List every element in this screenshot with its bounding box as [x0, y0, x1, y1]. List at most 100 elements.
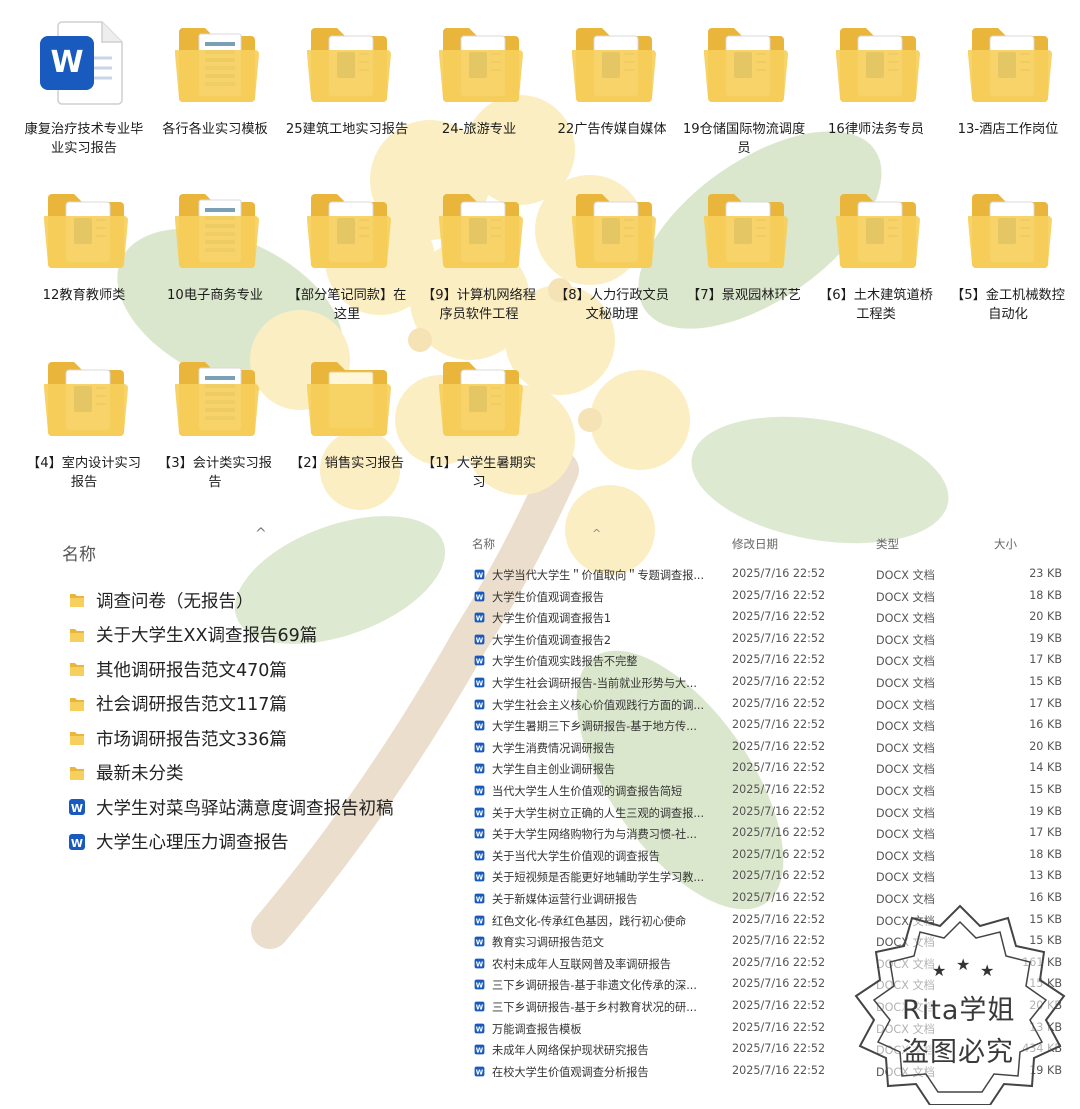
modified-date-cell: 2025/7/16 22:52 — [732, 869, 826, 883]
modified-date-cell: 2025/7/16 22:52 — [732, 826, 826, 840]
folder-icon — [564, 14, 660, 110]
table-row[interactable]: W 大学生社会调研报告-当前就业形势与大... 2025/7/16 22:52 DOC… — [470, 672, 1080, 694]
svg-text:W: W — [476, 982, 484, 990]
file-size-cell: 18 KB — [1029, 847, 1062, 861]
folder-icon-tile[interactable]: 【5】金工机械数控自动化 — [942, 180, 1074, 324]
table-row[interactable]: W 大学生社会主义核心价值观践行方面的调... 2025/7/16 22:52 DOC… — [470, 694, 1080, 716]
list-item[interactable]: 社会调研报告范文117篇 — [68, 690, 448, 718]
table-row[interactable]: W 大学生自主创业调研报告 2025/7/16 22:52 DOCX 文档 14 KB — [470, 758, 1080, 780]
modified-date-cell: 2025/7/16 22:52 — [732, 588, 826, 602]
sort-ascending-icon[interactable]: ^ — [592, 527, 601, 540]
folder-icon — [960, 180, 1056, 276]
file-size-cell: 13 KB — [1029, 869, 1062, 883]
folder-icon-tile[interactable]: 【1】大学生暑期实习 — [413, 348, 545, 492]
folder-icon-tile[interactable]: 16律师法务专员 — [810, 14, 942, 139]
table-row[interactable]: W 大学生价值观调查报告2 2025/7/16 22:52 DOCX 文档 19 KB — [470, 629, 1080, 651]
table-row[interactable]: W 关于大学生树立正确的人生三观的调查报... 2025/7/16 22:52 DOC… — [470, 802, 1080, 824]
file-icon-tile[interactable]: W 康复治疗技术专业毕业实习报告 — [18, 14, 150, 158]
list-item[interactable]: 关于大学生XX调查报告69篇 — [68, 621, 448, 649]
word-document-icon: W — [474, 634, 485, 645]
word-document-icon: W — [474, 1001, 485, 1012]
list-item[interactable]: 市场调研报告范文336篇 — [68, 724, 448, 752]
icon-label: 24-旅游专业 — [441, 122, 517, 137]
table-row[interactable]: W 大学生价值观调查报告1 2025/7/16 22:52 DOCX 文档 20 KB — [470, 607, 1080, 629]
file-size-cell: 18 KB — [1029, 588, 1062, 602]
word-document-icon: W — [474, 677, 485, 688]
folder-icon-tile[interactable]: 【6】土木建筑道桥工程类 — [810, 180, 942, 324]
list-item[interactable]: 其他调研报告范文470篇 — [68, 655, 448, 683]
file-size-cell: 19 KB — [1029, 631, 1062, 645]
icon-label: 12教育教师类 — [42, 288, 126, 303]
list-item[interactable]: 最新未分类 — [68, 759, 448, 787]
svg-text:W: W — [476, 1047, 484, 1055]
word-document-icon: W — [474, 1023, 485, 1034]
svg-text:W: W — [476, 615, 484, 623]
list-item[interactable]: W 大学生心理压力调查报告 — [68, 828, 448, 856]
table-row[interactable]: W 大学当代大学生＂价值取向＂专题调查报... 2025/7/16 22:52 DOC… — [470, 564, 1080, 586]
folder-icon-tile[interactable]: 10电子商务专业 — [149, 180, 281, 305]
list-item-name: 大学生对菜鸟驿站满意度调查报告初稿 — [96, 798, 394, 819]
table-row[interactable]: W 大学生消费情况调研报告 2025/7/16 22:52 DOCX 文档 20 KB — [470, 737, 1080, 759]
watermark-text-line1: Rita学姐 — [902, 995, 1016, 1026]
file-name-cell: 大学生价值观调查报告2 — [492, 633, 611, 647]
folder-icon — [431, 180, 527, 276]
svg-text:W: W — [476, 874, 484, 882]
table-row[interactable]: W 大学生暑期三下乡调研报告-基于地方传... 2025/7/16 22:52 DOC… — [470, 715, 1080, 737]
modified-date-cell: 2025/7/16 22:52 — [732, 761, 826, 775]
modified-date-cell: 2025/7/16 22:52 — [732, 955, 826, 969]
sort-ascending-icon[interactable]: ^ — [255, 526, 267, 542]
file-type-cell: DOCX 文档 — [876, 720, 935, 734]
name-column-header[interactable]: 名称 — [62, 540, 96, 565]
table-row[interactable]: W 关于当代大学生价值观的调查报告 2025/7/16 22:52 DOCX 文档 18… — [470, 845, 1080, 867]
svg-text:W: W — [476, 744, 484, 752]
folder-icon — [299, 14, 395, 110]
folder-icon-tile[interactable]: 12教育教师类 — [18, 180, 150, 305]
folder-icon-tile[interactable]: 【7】景观园林环艺 — [678, 180, 810, 305]
list-item-name: 最新未分类 — [96, 764, 184, 784]
folder-icon-tile[interactable]: 13-酒店工作岗位 — [942, 14, 1074, 139]
list-item-name: 大学生心理压力调查报告 — [96, 833, 289, 853]
folder-icon-tile[interactable]: 【8】人力行政文员文秘助理 — [546, 180, 678, 324]
word-document-icon: W — [474, 979, 485, 990]
folder-icon — [696, 180, 792, 276]
folder-icon — [960, 14, 1056, 110]
column-header-name[interactable]: 名称 — [472, 536, 495, 552]
folder-icon-tile[interactable]: 【9】计算机网络程序员软件工程 — [413, 180, 545, 324]
file-size-cell: 19 KB — [1029, 804, 1062, 818]
folder-icon — [68, 695, 86, 713]
table-row[interactable]: W 大学生价值观调查报告 2025/7/16 22:52 DOCX 文档 18 KB — [470, 586, 1080, 608]
folder-icon-tile[interactable]: 25建筑工地实习报告 — [281, 14, 413, 139]
list-item[interactable]: 调查问卷（无报告） — [68, 586, 448, 614]
modified-date-cell: 2025/7/16 22:52 — [732, 804, 826, 818]
list-item-name: 关于大学生XX调查报告69篇 — [96, 626, 318, 646]
word-document-icon: W — [474, 1044, 485, 1055]
folder-icon-tile[interactable]: 【3】会计类实习报告 — [149, 348, 281, 492]
folder-icon-tile[interactable]: 各行各业实习模板 — [149, 14, 281, 139]
folder-icon — [167, 14, 263, 110]
folder-icon-tile[interactable]: 24-旅游专业 — [413, 14, 545, 139]
folder-icon-tile[interactable]: 【4】室内设计实习报告 — [18, 348, 150, 492]
icon-label: 【1】大学生暑期实习 — [422, 456, 536, 490]
folder-icon-tile[interactable]: 19仓储国际物流调度员 — [678, 14, 810, 158]
folder-icon-tile[interactable]: 22广告传媒自媒体 — [546, 14, 678, 139]
table-row[interactable]: W 当代大学生人生价值观的调查报告简短 2025/7/16 22:52 DOCX 文档… — [470, 780, 1080, 802]
word-document-icon: W — [474, 893, 485, 904]
column-header-size[interactable]: 大小 — [994, 536, 1017, 552]
folder-icon-tile[interactable]: 【2】销售实习报告 — [281, 348, 413, 473]
file-name-cell: 未成年人网络保护现状研究报告 — [492, 1044, 649, 1058]
column-header-type[interactable]: 类型 — [876, 536, 899, 552]
modified-date-cell: 2025/7/16 22:52 — [732, 675, 826, 688]
folder-icon-tile[interactable]: 【部分笔记同款】在这里 — [281, 180, 413, 324]
list-item[interactable]: W 大学生对菜鸟驿站满意度调查报告初稿 — [68, 793, 448, 821]
table-row[interactable]: W 大学生价值观实践报告不完整 2025/7/16 22:52 DOCX 文档 17 K… — [470, 650, 1080, 672]
table-row[interactable]: W 关于短视频是否能更好地辅助学生学习教... 2025/7/16 22:52 DOC… — [470, 866, 1080, 888]
table-row[interactable]: W 关于大学生网络购物行为与消费习惯-社... 2025/7/16 22:52 DOC… — [470, 823, 1080, 845]
column-header-date[interactable]: 修改日期 — [732, 536, 778, 552]
folder-icon — [167, 180, 263, 276]
watermark-text-line2: 盗图必究 — [902, 1037, 1014, 1068]
word-document-icon: W — [474, 720, 485, 731]
file-type-cell: DOCX 文档 — [876, 655, 935, 669]
word-document-icon: W — [474, 569, 485, 580]
icon-label: 16律师法务专员 — [828, 122, 924, 137]
file-size-cell: 23 KB — [1029, 567, 1062, 580]
